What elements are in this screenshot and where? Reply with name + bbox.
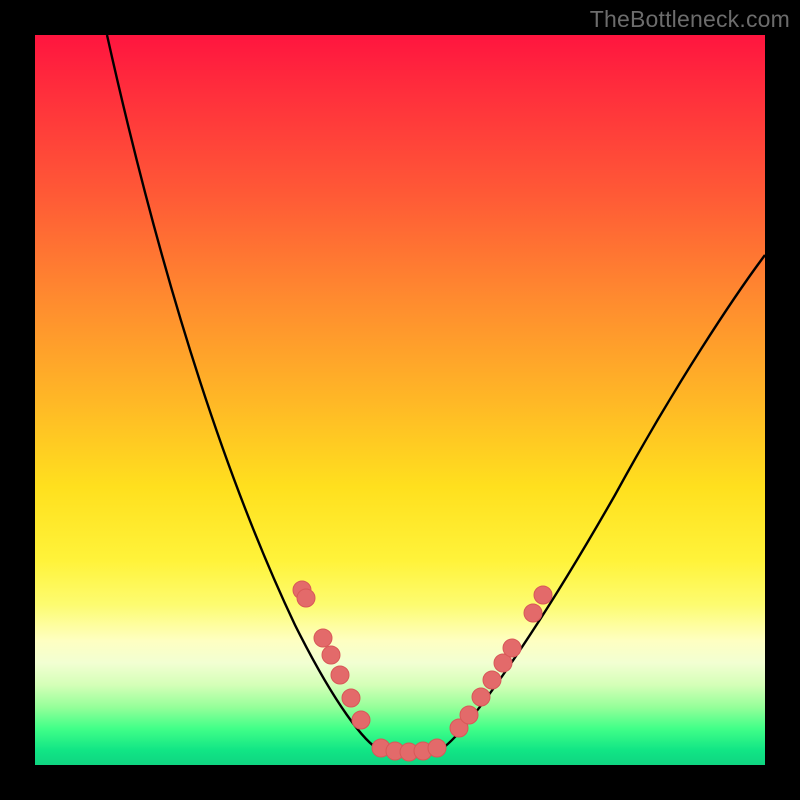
curve-marker bbox=[331, 666, 349, 684]
curve-marker bbox=[352, 711, 370, 729]
curve-marker bbox=[534, 586, 552, 604]
curve-marker bbox=[483, 671, 501, 689]
chart-svg bbox=[35, 35, 765, 765]
curve-marker bbox=[503, 639, 521, 657]
curve-marker bbox=[460, 706, 478, 724]
curve-left-path bbox=[107, 35, 380, 750]
curve-marker bbox=[342, 689, 360, 707]
curve-marker bbox=[428, 739, 446, 757]
chart-frame: TheBottleneck.com bbox=[0, 0, 800, 800]
curve-marker bbox=[314, 629, 332, 647]
curve-marker bbox=[322, 646, 340, 664]
marker-group bbox=[293, 581, 552, 761]
curve-marker bbox=[524, 604, 542, 622]
watermark-text: TheBottleneck.com bbox=[590, 6, 790, 33]
curve-marker bbox=[297, 589, 315, 607]
curve-marker bbox=[472, 688, 490, 706]
plot-area bbox=[35, 35, 765, 765]
